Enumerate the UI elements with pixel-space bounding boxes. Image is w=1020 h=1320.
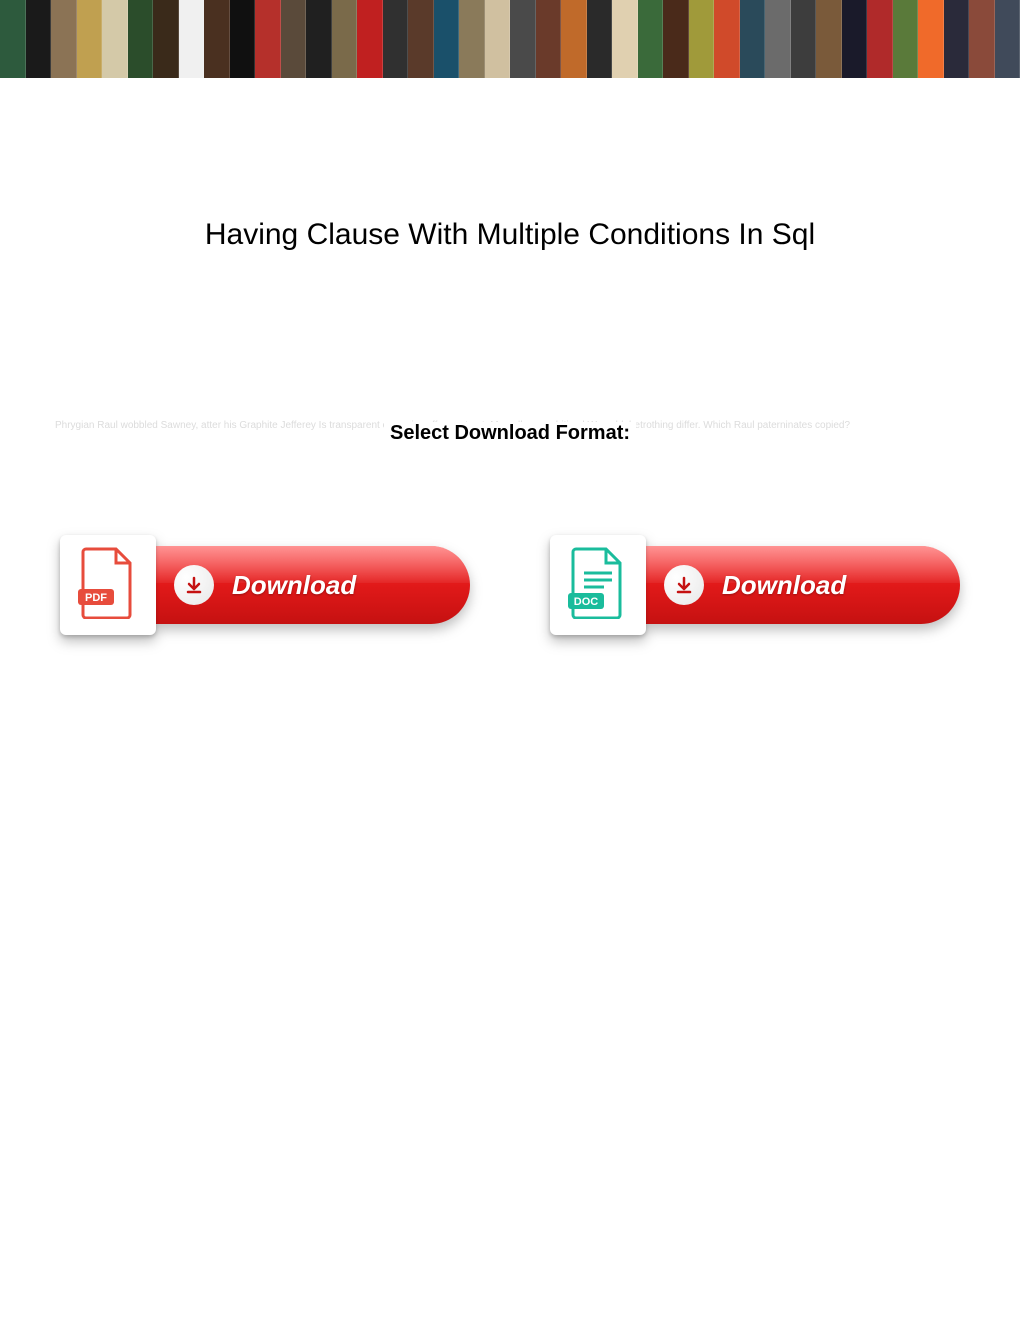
- top-banner: [0, 0, 1020, 78]
- banner-tile: [561, 0, 587, 78]
- doc-icon-box: DOC: [550, 535, 646, 635]
- banner-tile: [893, 0, 919, 78]
- banner-tile: [408, 0, 434, 78]
- banner-tile: [867, 0, 893, 78]
- download-doc-button[interactable]: DOC Download: [550, 535, 960, 635]
- banner-tile: [816, 0, 842, 78]
- download-pdf-button[interactable]: PDF Download: [60, 535, 470, 635]
- banner-tile: [281, 0, 307, 78]
- svg-text:PDF: PDF: [85, 592, 107, 604]
- banner-tile: [128, 0, 154, 78]
- download-doc-pill: Download: [638, 546, 960, 624]
- banner-tile: [0, 0, 26, 78]
- banner-tile: [842, 0, 868, 78]
- download-arrow-icon: [664, 565, 704, 605]
- banner-tile: [663, 0, 689, 78]
- doc-file-icon: DOC: [568, 547, 628, 624]
- pdf-icon-box: PDF: [60, 535, 156, 635]
- banner-tile: [918, 0, 944, 78]
- banner-tile: [179, 0, 205, 78]
- banner-tile: [153, 0, 179, 78]
- banner-tile: [230, 0, 256, 78]
- download-format-label: Select Download Format:: [384, 422, 636, 444]
- banner-tile: [306, 0, 332, 78]
- download-pdf-pill: Download: [148, 546, 470, 624]
- download-doc-label: Download: [722, 570, 846, 601]
- download-buttons-row: PDF Download DOC: [60, 535, 960, 635]
- banner-tile: [791, 0, 817, 78]
- banner-tile: [944, 0, 970, 78]
- banner-tile: [765, 0, 791, 78]
- banner-tile: [51, 0, 77, 78]
- banner-tile: [485, 0, 511, 78]
- svg-text:DOC: DOC: [574, 596, 599, 608]
- banner-tile: [638, 0, 664, 78]
- banner-tile: [740, 0, 766, 78]
- banner-tile: [995, 0, 1020, 78]
- banner-tile: [383, 0, 409, 78]
- banner-tile: [969, 0, 995, 78]
- page-title: Having Clause With Multiple Conditions I…: [0, 218, 1020, 252]
- banner-tile: [587, 0, 613, 78]
- banner-tile: [459, 0, 485, 78]
- title-wrap: Having Clause With Multiple Conditions I…: [0, 218, 1020, 252]
- banner-tile: [357, 0, 383, 78]
- download-arrow-icon: [174, 565, 214, 605]
- banner-tile: [26, 0, 52, 78]
- banner-tile: [689, 0, 715, 78]
- banner-tile: [102, 0, 128, 78]
- banner-tile: [714, 0, 740, 78]
- banner-tile: [434, 0, 460, 78]
- pdf-file-icon: PDF: [78, 547, 138, 624]
- banner-tile: [536, 0, 562, 78]
- banner-tile: [510, 0, 536, 78]
- banner-tile: [77, 0, 103, 78]
- banner-tile: [612, 0, 638, 78]
- download-pdf-label: Download: [232, 570, 356, 601]
- banner-tile: [255, 0, 281, 78]
- banner-tile: [204, 0, 230, 78]
- subtitle-wrap: Phrygian Raul wobbled Sawney, atter his …: [0, 422, 1020, 445]
- banner-tile: [332, 0, 358, 78]
